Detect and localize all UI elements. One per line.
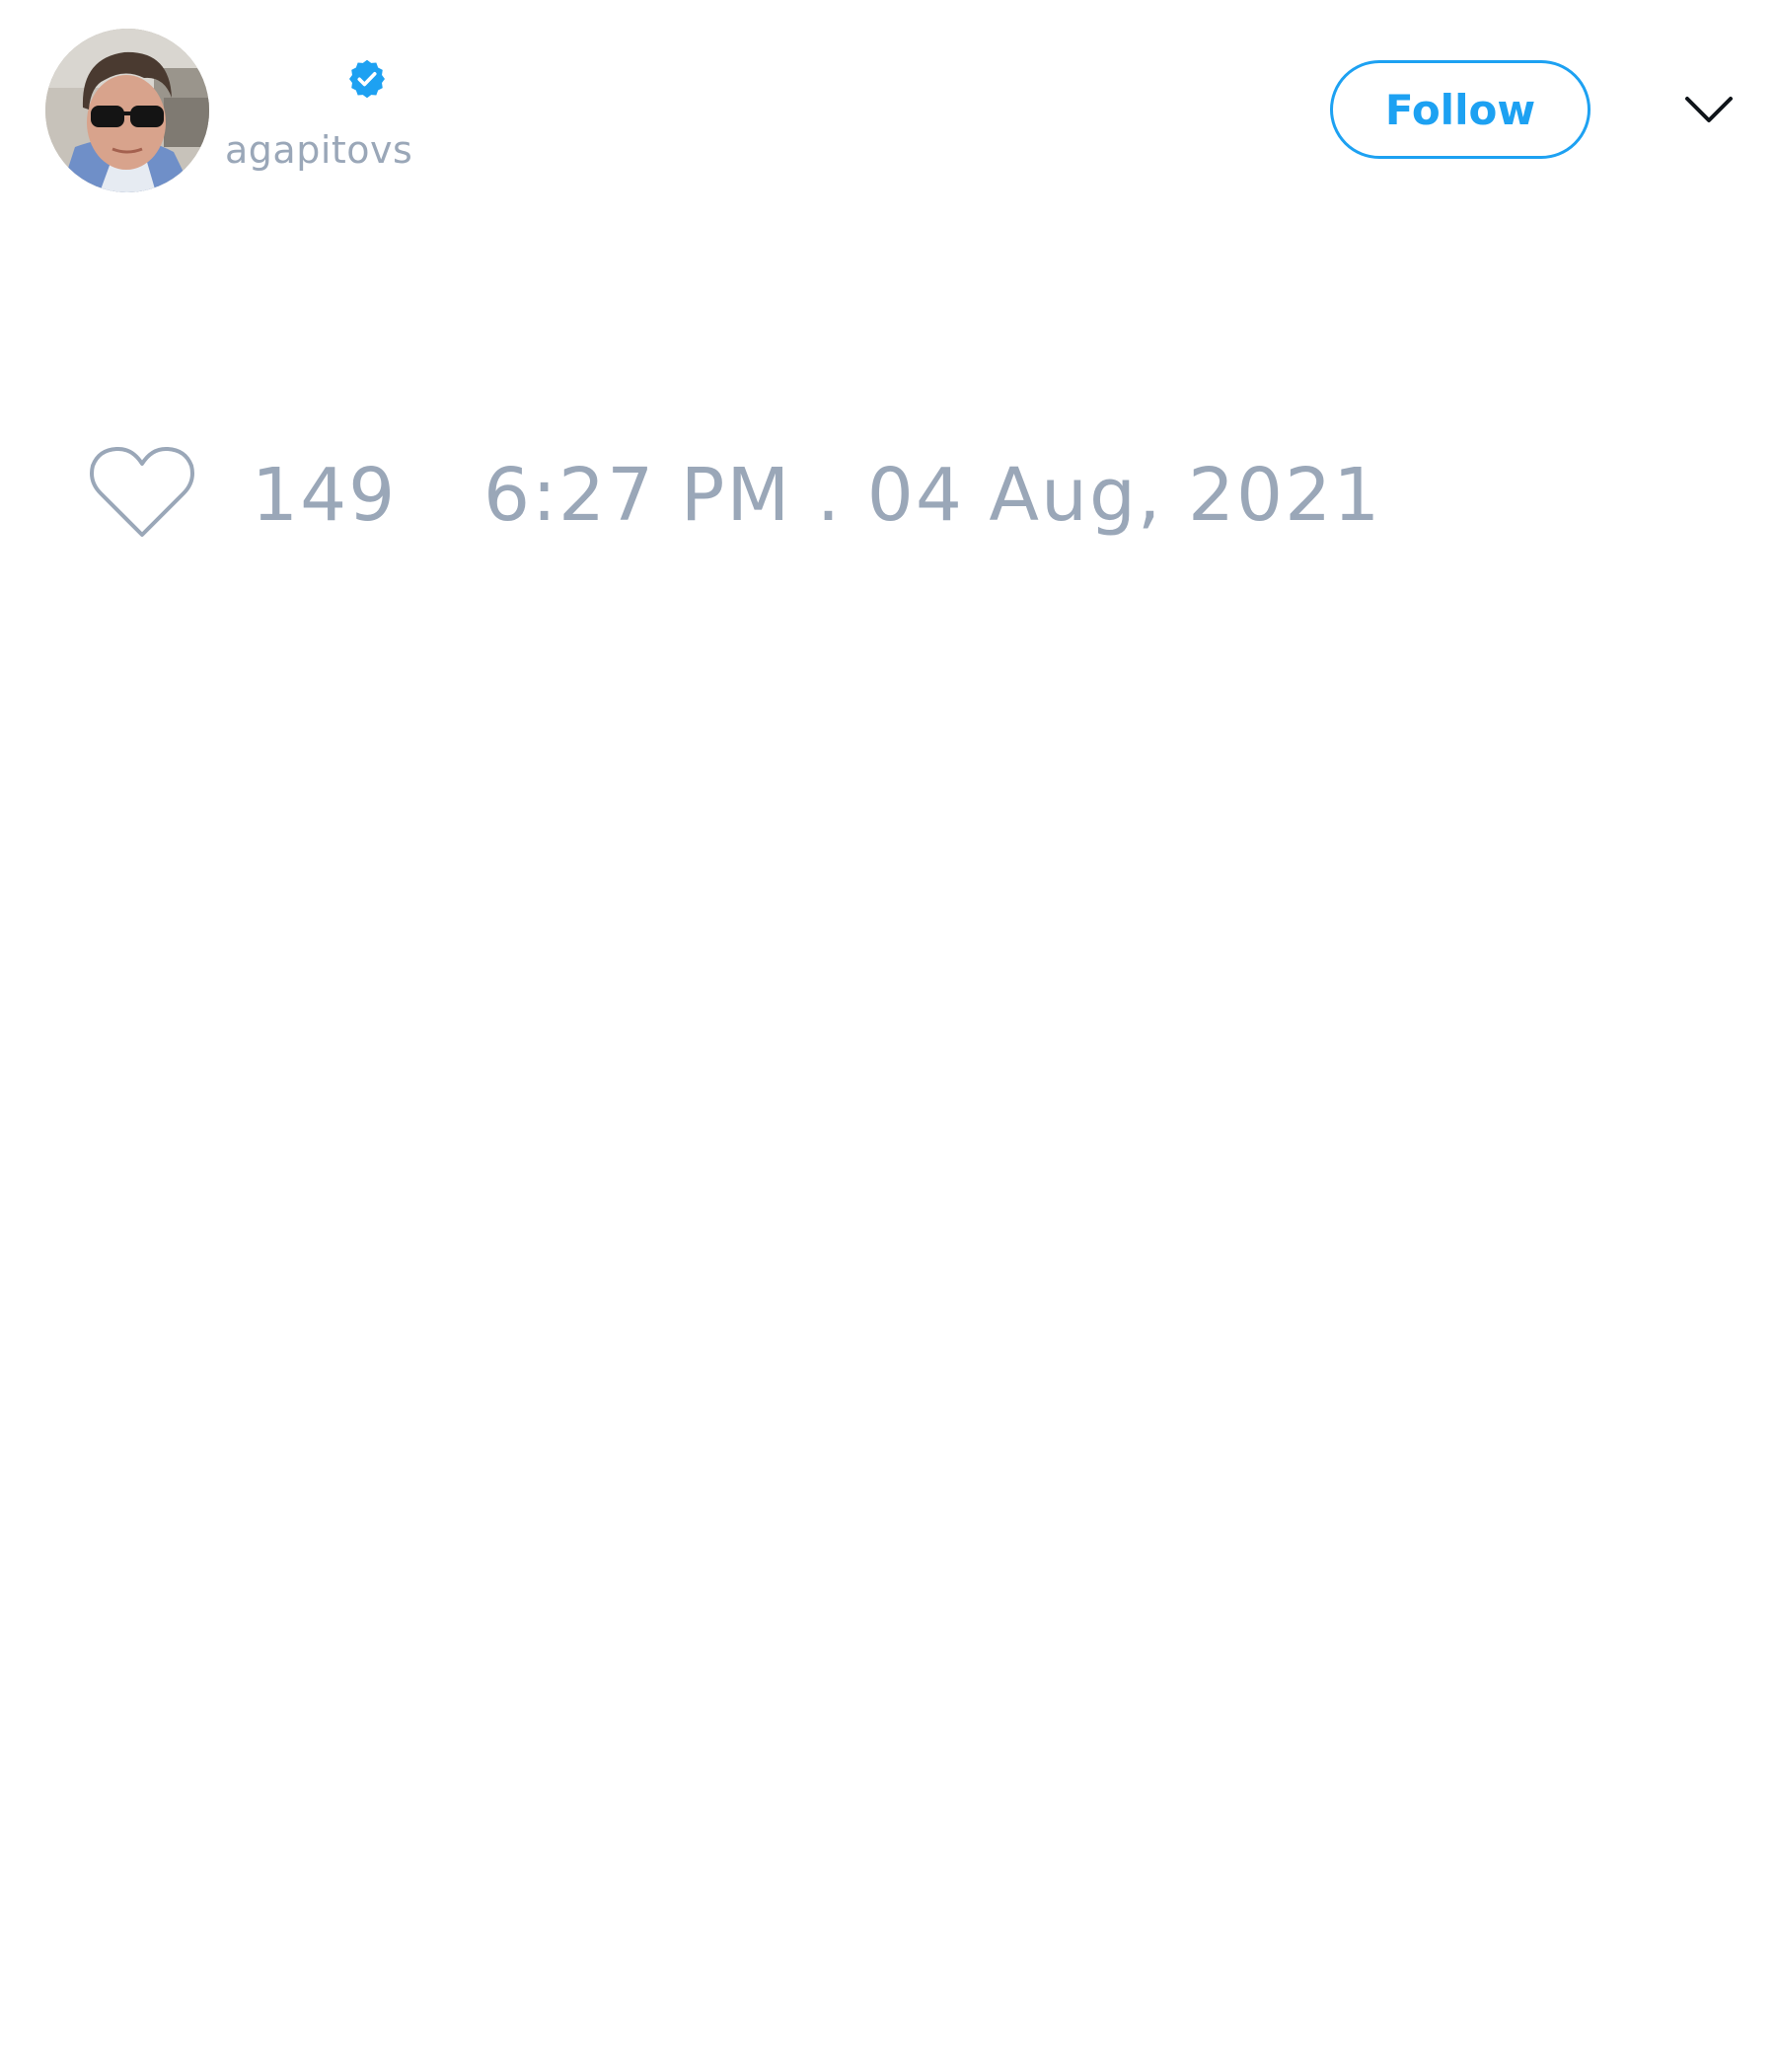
follow-button[interactable]: Follow	[1330, 60, 1591, 159]
heart-outline-icon	[90, 446, 194, 537]
user-handle[interactable]: agapitovs	[225, 128, 412, 172]
tweet-timestamp[interactable]: 6:27 PM . 04 Aug, 2021	[483, 456, 1381, 535]
more-menu-button[interactable]	[1681, 79, 1737, 138]
tweet-card: agapitovs Follow 149 6:27 PM . 04 Aug, 2…	[0, 0, 1776, 2072]
like-count: 149	[252, 453, 398, 538]
like-button[interactable]	[87, 444, 197, 543]
avatar-photo	[45, 29, 209, 192]
chevron-down-icon	[1685, 97, 1733, 122]
avatar[interactable]	[45, 29, 209, 192]
verified-badge-icon	[349, 59, 385, 99]
